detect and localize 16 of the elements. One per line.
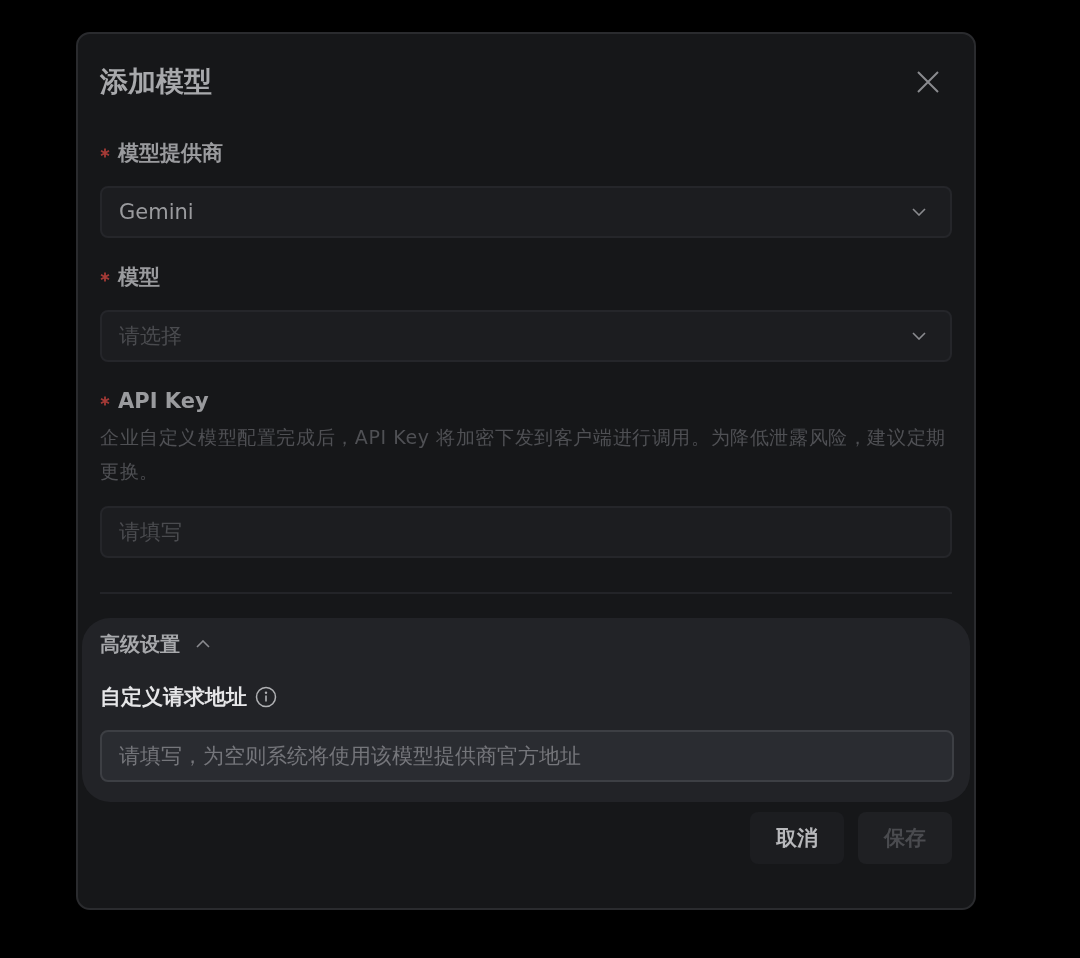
cancel-button[interactable]: 取消 [750, 812, 844, 864]
field-label: 模型提供商 [118, 140, 223, 167]
dialog-title: 添加模型 [100, 64, 212, 100]
close-icon [916, 70, 940, 94]
field-label: 自定义请求地址 [100, 684, 247, 711]
info-icon[interactable] [255, 686, 277, 708]
field-description: 企业自定义模型配置完成后，API Key 将加密下发到客户端进行调用。为降低泄露风险，建议定期更换。 [100, 425, 947, 484]
chevron-down-icon [912, 208, 926, 216]
input-field[interactable]: 请填写，为空则系统将使用该模型提供商官方地址 [100, 730, 954, 782]
chevron-down-icon [912, 332, 926, 340]
chevron-up-icon [196, 640, 210, 648]
advanced-toggle[interactable]: 高级设置 [100, 630, 210, 658]
close-button[interactable] [916, 70, 940, 94]
select-field[interactable]: Gemini [100, 186, 952, 238]
field-label: 模型 [118, 264, 160, 291]
field-label: API Key [118, 389, 209, 413]
